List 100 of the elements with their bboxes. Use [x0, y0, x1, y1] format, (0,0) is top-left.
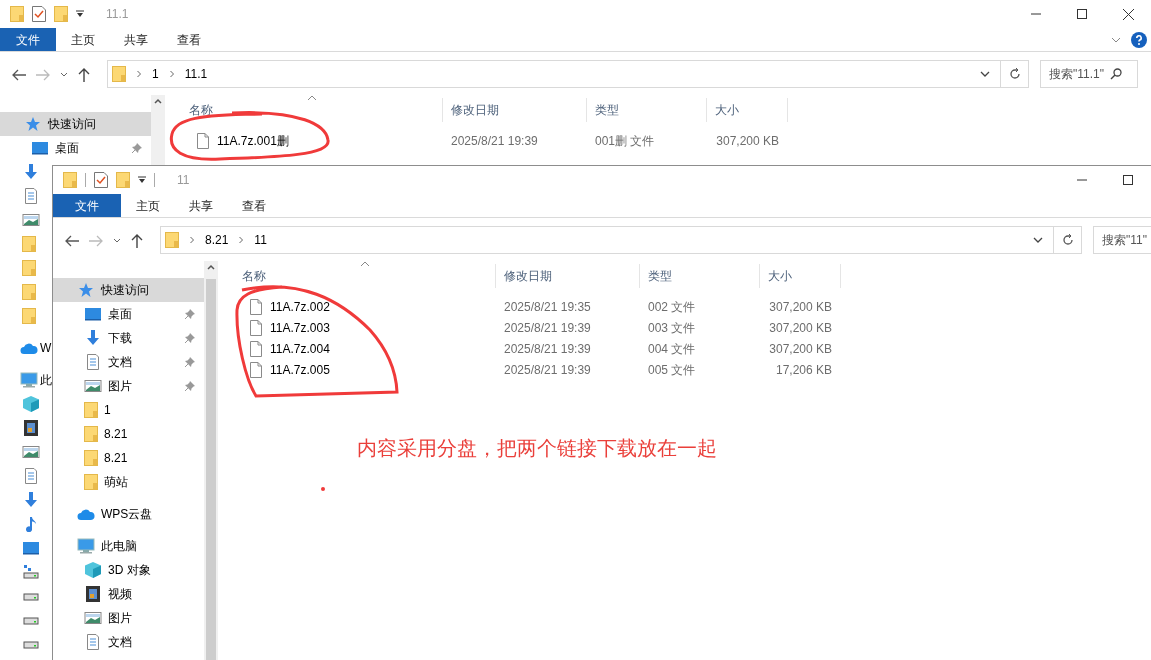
sidebar-item[interactable]: 桌面: [53, 302, 204, 326]
folder-icon: [112, 66, 126, 82]
folder-icon: [165, 232, 179, 248]
pin-icon[interactable]: [184, 308, 196, 320]
sidebar-item[interactable]: 文档: [53, 350, 204, 374]
sidebar-item[interactable]: 快速访问: [0, 112, 151, 136]
search-field[interactable]: 搜索"11": [1093, 226, 1151, 254]
document-icon: [84, 354, 102, 370]
modified-date: 2025/8/21 19:39: [504, 362, 591, 377]
sidebar-item[interactable]: 此: [0, 368, 52, 392]
pin-icon[interactable]: [184, 380, 196, 392]
file-menu-tab[interactable]: 文件: [0, 28, 56, 51]
film-icon: [22, 420, 40, 436]
up-arrow-icon[interactable]: [78, 68, 90, 82]
sidebar-item[interactable]: 视频: [53, 582, 204, 606]
monitor-icon: [31, 140, 49, 156]
star-icon: [24, 116, 42, 132]
checklist-icon[interactable]: [32, 6, 46, 22]
file-name[interactable]: 11A.7z.005: [270, 360, 330, 379]
sidebar-item[interactable]: 3D 对象: [53, 558, 204, 582]
file-menu-tab[interactable]: 文件: [53, 194, 121, 217]
file-name[interactable]: 11A.7z.002: [270, 297, 330, 316]
file-name[interactable]: 11A.7z.001删: [217, 131, 289, 150]
column-header[interactable]: 名称: [234, 264, 496, 288]
picture-icon: [84, 378, 102, 394]
dropdown-icon[interactable]: [138, 176, 146, 184]
window-title: 11: [177, 172, 190, 189]
document-icon: [84, 634, 102, 650]
ribbon-tab[interactable]: 主页: [121, 194, 174, 217]
chevron-down-icon[interactable]: [60, 72, 68, 78]
sidebar-item[interactable]: 图片: [53, 606, 204, 630]
sidebar-item[interactable]: 文档: [53, 630, 204, 654]
sidebar-item[interactable]: W: [0, 336, 52, 360]
chevron-down-icon[interactable]: [980, 71, 990, 77]
column-header[interactable]: 修改日期: [496, 264, 640, 288]
sidebar-item[interactable]: 下载: [53, 326, 204, 350]
file-icon: [250, 340, 262, 357]
scrollbar[interactable]: [151, 95, 165, 165]
file-name[interactable]: 11A.7z.004: [270, 339, 330, 358]
breadcrumb-item[interactable]: 8.21: [205, 231, 229, 249]
help-icon[interactable]: [1131, 31, 1147, 48]
folder-icon: [84, 450, 98, 466]
breadcrumb-item[interactable]: 11: [254, 231, 267, 249]
pin-icon[interactable]: [184, 356, 196, 368]
sidebar-item[interactable]: 桌面: [0, 136, 151, 160]
address-bar[interactable]: 1 11.1: [107, 60, 1029, 88]
ribbon-tab[interactable]: 查看: [162, 28, 215, 51]
up-arrow-icon[interactable]: [131, 234, 143, 248]
window-title: 11.1: [106, 6, 129, 23]
chevron-down-icon[interactable]: [1033, 237, 1043, 243]
ribbon-tab[interactable]: 查看: [227, 194, 280, 217]
search-icon[interactable]: [1110, 68, 1122, 80]
dropdown-icon[interactable]: [76, 10, 84, 18]
sidebar-item[interactable]: 8.21: [53, 422, 204, 446]
maximize-icon: [1123, 175, 1133, 185]
pin-icon[interactable]: [131, 142, 143, 154]
column-header[interactable]: 类型: [587, 98, 707, 122]
breadcrumb-item[interactable]: 11.1: [184, 65, 208, 83]
file-size: 17,206 KB: [775, 362, 832, 377]
folder-icon: [22, 236, 36, 252]
address-bar[interactable]: 8.21 11: [160, 226, 1082, 254]
chevron-right-icon: [189, 236, 195, 244]
back-arrow-icon[interactable]: [65, 235, 79, 247]
cube-icon: [84, 562, 102, 578]
column-header[interactable]: 大小: [707, 98, 788, 122]
sidebar-item[interactable]: 此电脑: [53, 534, 204, 558]
sidebar-item[interactable]: 图片: [53, 374, 204, 398]
column-header[interactable]: 名称: [181, 98, 443, 122]
modified-date: 2025/8/21 19:39: [504, 320, 591, 335]
folder-icon: [63, 172, 77, 188]
column-header[interactable]: 修改日期: [443, 98, 587, 122]
document-icon: [22, 188, 40, 204]
ribbon-tab[interactable]: 共享: [109, 28, 162, 51]
file-name[interactable]: 11A.7z.003: [270, 318, 330, 337]
modified-date: 2025/8/21 19:39: [504, 341, 591, 356]
pin-icon[interactable]: [184, 332, 196, 344]
file-size: 307,200 KB: [769, 320, 832, 335]
film-icon: [84, 586, 102, 602]
sidebar-item[interactable]: 萌站: [53, 470, 204, 494]
back-arrow-icon[interactable]: [12, 69, 26, 81]
search-field[interactable]: 搜索"11.1": [1040, 60, 1138, 88]
breadcrumb-item[interactable]: 1: [152, 65, 159, 83]
forward-arrow-icon[interactable]: [36, 69, 50, 81]
scrollbar[interactable]: [204, 261, 218, 660]
ribbon-tab[interactable]: 共享: [174, 194, 227, 217]
sidebar-item[interactable]: WPS云盘: [53, 502, 204, 526]
column-header[interactable]: 类型: [640, 264, 760, 288]
picture-icon: [22, 212, 40, 228]
forward-arrow-icon[interactable]: [89, 235, 103, 247]
column-header[interactable]: 大小: [760, 264, 841, 288]
checklist-icon[interactable]: [94, 172, 108, 188]
modified-date: 2025/8/21 19:39: [451, 133, 538, 148]
chevron-down-icon[interactable]: [113, 238, 121, 244]
file-type: 001删 文件: [595, 133, 655, 148]
sidebar-item[interactable]: 8.21: [53, 446, 204, 470]
ribbon-tab[interactable]: 主页: [56, 28, 109, 51]
document-icon: [22, 468, 40, 484]
sidebar-item[interactable]: 快速访问: [53, 278, 204, 302]
sidebar-item[interactable]: 1: [53, 398, 204, 422]
monitor-icon: [84, 306, 102, 322]
